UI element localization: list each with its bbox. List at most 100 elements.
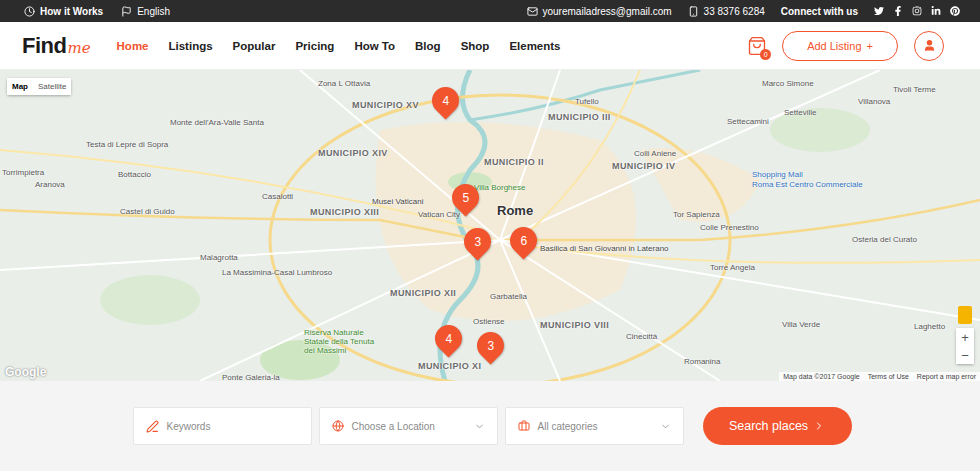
- google-logo: Google: [5, 365, 46, 379]
- twitter-icon[interactable]: [874, 6, 884, 16]
- map-label: MUNICIPIO XV: [352, 100, 419, 110]
- category-placeholder: All categories: [538, 421, 652, 432]
- map-label: MUNICIPIO II: [484, 157, 544, 167]
- zoom-out-button[interactable]: −: [956, 346, 974, 364]
- map-label: Cinecittà: [626, 332, 657, 341]
- pin-count: 4: [442, 94, 449, 108]
- map-label: Osteria del Curato: [852, 235, 917, 244]
- nav-item[interactable]: How To: [354, 40, 395, 52]
- user-button[interactable]: [914, 31, 944, 61]
- map-label: Torre Angela: [710, 263, 755, 272]
- map-label: Vatican City: [418, 210, 460, 219]
- zoom-in-button[interactable]: +: [956, 328, 974, 346]
- search-button[interactable]: Search places: [703, 407, 852, 445]
- search-bar: Keywords Choose a Location All categories S…: [0, 381, 980, 471]
- map-label: Riserva Naturale Statale della Tenuta de…: [304, 328, 386, 356]
- map-label: Tor Sapienza: [673, 210, 720, 219]
- chevron-right-icon: [813, 420, 825, 432]
- flag-icon: [121, 6, 132, 17]
- category-select[interactable]: All categories: [505, 407, 684, 445]
- instagram-icon[interactable]: [912, 6, 922, 16]
- cart-button[interactable]: 0: [746, 34, 768, 58]
- map-label: Basilica di San Giovanni in Laterano: [540, 244, 669, 253]
- facebook-icon[interactable]: [893, 6, 903, 16]
- phone-link[interactable]: 33 8376 6284: [688, 6, 765, 17]
- email-link[interactable]: youremailadress@gmail.com: [527, 6, 672, 17]
- top-contact: youremailadress@gmail.com 33 8376 6284 Con…: [527, 6, 961, 17]
- nav-item[interactable]: Blog: [415, 40, 441, 52]
- keywords-field[interactable]: Keywords: [133, 407, 312, 445]
- add-listing-button[interactable]: Add Listing+: [782, 31, 898, 61]
- map-label: MUNICIPIO XIII: [310, 207, 379, 217]
- top-link[interactable]: How it Works: [24, 6, 103, 17]
- keywords-placeholder: Keywords: [167, 421, 299, 432]
- top-bar: How it Works English youremailadress@gmail…: [0, 0, 980, 22]
- map-type-toggle: MapSatellite: [7, 78, 71, 95]
- map-label: Roma Est Centro Commerciale: [752, 180, 863, 189]
- map-label: Settecamini: [727, 117, 769, 126]
- pinterest-icon[interactable]: [950, 6, 960, 16]
- map-label: Colli Aniene: [634, 149, 676, 158]
- nav-item[interactable]: Pricing: [295, 40, 334, 52]
- map-label: La Massimina-Casal Lumbroso: [222, 268, 332, 277]
- map-label: Zona L Ottavia: [318, 79, 370, 88]
- location-placeholder: Choose a Location: [352, 421, 466, 432]
- attribution-link[interactable]: Terms of Use: [868, 373, 909, 380]
- social-label: Connect with us: [781, 6, 858, 17]
- map-label: MUNICIPIO IV: [612, 161, 675, 171]
- pin-count: 5: [462, 191, 469, 205]
- chevron-down-icon: [660, 421, 671, 432]
- logo-main: Find: [22, 33, 66, 59]
- nav-item[interactable]: Listings: [169, 40, 213, 52]
- map-label: MUNICIPIO XII: [390, 288, 456, 298]
- top-link[interactable]: English: [121, 6, 170, 17]
- nav-item[interactable]: Elements: [509, 40, 560, 52]
- page: How it Works English youremailadress@gmail…: [0, 0, 980, 471]
- chevron-down-icon: [474, 421, 485, 432]
- globe-icon: [332, 420, 344, 432]
- logo[interactable]: Findme: [22, 33, 91, 59]
- map-label: MUNICIPIO VIII: [540, 320, 609, 330]
- map-label: Torrimpietra: [2, 168, 44, 177]
- attribution-link[interactable]: Report a map error: [917, 373, 976, 380]
- map-label: Rome: [497, 204, 533, 219]
- map-label: Ostiense: [473, 317, 505, 326]
- map-type-button[interactable]: Satellite: [33, 78, 71, 95]
- nav-item[interactable]: Shop: [461, 40, 490, 52]
- header: Findme Home Listings Popular Pricing How To Bl…: [0, 22, 980, 70]
- map-label: Ponte Galeria-la: [222, 373, 280, 381]
- pen-icon: [146, 420, 159, 433]
- zoom-controls: +−: [956, 328, 974, 364]
- phone-icon: [688, 6, 699, 17]
- map-label: Villanova: [858, 97, 890, 106]
- main-nav: Home Listings Popular Pricing How To Blog Shop…: [117, 40, 747, 52]
- header-actions: 0 Add Listing+: [746, 31, 944, 61]
- map-attribution: Map data ©2017 Google Terms of Use Report …: [779, 372, 980, 381]
- pin-count: 3: [487, 339, 494, 353]
- linkedin-icon[interactable]: [931, 6, 941, 16]
- pin-count: 6: [520, 234, 527, 248]
- nav-item[interactable]: Popular: [233, 40, 276, 52]
- map-label: Setteville: [784, 108, 816, 117]
- pin-count: 3: [474, 235, 481, 249]
- social-icons: [874, 6, 960, 16]
- map-label: Castel di Guido: [120, 207, 175, 216]
- map-type-button[interactable]: Map: [7, 78, 33, 95]
- briefcase-icon: [518, 420, 530, 432]
- nav-item[interactable]: Home: [117, 40, 149, 52]
- pegman-icon[interactable]: [958, 306, 972, 324]
- top-links: How it Works English: [24, 6, 170, 17]
- map[interactable]: Zona L OttaviaMUNICIPIO XVTufelloMUNICIP…: [0, 70, 980, 381]
- map-label: MUNICIPIO XI: [418, 361, 481, 371]
- location-select[interactable]: Choose a Location: [319, 407, 498, 445]
- map-label: Marco Simone: [762, 79, 814, 88]
- map-label: Colle Prenestino: [700, 223, 759, 232]
- user-icon: [923, 39, 936, 52]
- map-label: Musei Vaticani: [372, 197, 423, 206]
- map-label: Tivoli Terme: [893, 85, 936, 94]
- map-label: Monte dell'Ara-Valle Santa: [170, 118, 264, 127]
- attribution-link: Map data ©2017 Google: [783, 373, 859, 380]
- map-label: MUNICIPIO XIV: [318, 148, 388, 158]
- map-label: Romanina: [684, 357, 720, 366]
- map-label: Bottaccio: [118, 170, 151, 179]
